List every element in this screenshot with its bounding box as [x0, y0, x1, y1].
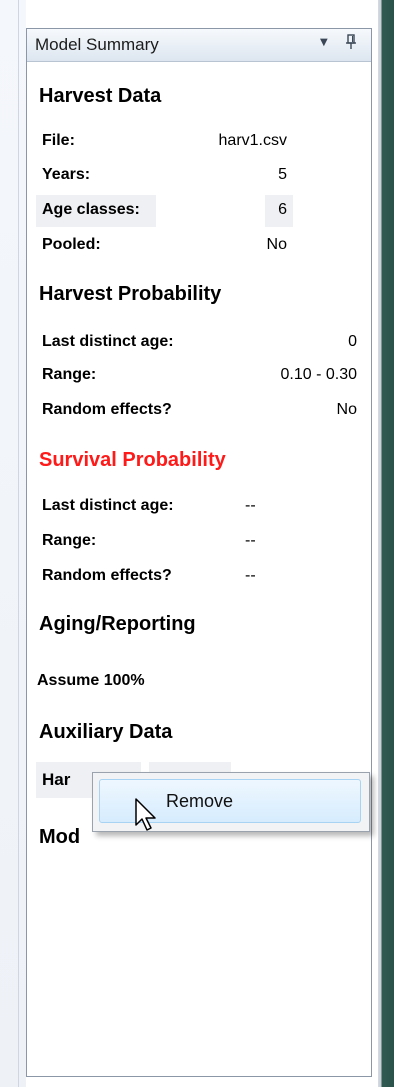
harvest-last-distinct-age-value: 0 [348, 333, 357, 350]
aging-reporting-text: Assume 100% [37, 672, 145, 689]
survival-probability-title: Survival Probability [39, 449, 226, 471]
harvest-data-title: Harvest Data [39, 85, 162, 107]
survival-random-effects-value: -- [245, 567, 256, 584]
file-label: File: [42, 132, 75, 149]
auxiliary-data-item[interactable]: Har [42, 770, 70, 790]
harvest-random-effects-value: No [336, 401, 357, 418]
survival-last-distinct-age-value: -- [245, 497, 256, 514]
harvest-random-effects-label: Random effects? [42, 401, 172, 418]
file-value: harv1.csv [218, 132, 287, 149]
pooled-label: Pooled: [42, 236, 101, 253]
left-gutter [0, 0, 26, 1087]
harvest-last-distinct-age-label: Last distinct age: [42, 333, 174, 350]
pin-icon[interactable] [345, 34, 357, 54]
years-value: 5 [278, 166, 287, 183]
auxiliary-data-title: Auxiliary Data [39, 721, 173, 743]
pooled-value: No [266, 236, 287, 253]
panel-header: Model Summary ▼ [27, 29, 371, 62]
aging-reporting-title: Aging/Reporting [39, 613, 196, 635]
survival-range-value: -- [245, 532, 256, 549]
right-edge-strip [378, 0, 394, 1087]
harvest-probability-title: Harvest Probability [39, 283, 222, 305]
mouse-cursor-icon [135, 798, 156, 831]
remove-menu-item-label: Remove [166, 791, 234, 811]
survival-last-distinct-age-label: Last distinct age: [42, 497, 174, 514]
harvest-range-value: 0.10 - 0.30 [280, 366, 358, 383]
model-title: Mod [39, 826, 81, 848]
years-label: Years: [42, 166, 91, 183]
survival-range-label: Range: [42, 532, 97, 549]
age-classes-value: 6 [278, 201, 287, 218]
model-summary-panel: Model Summary ▼ Harvest Data File: harv1… [26, 28, 372, 1077]
panel-title: Model Summary [35, 35, 159, 54]
chevron-down-icon[interactable]: ▼ [320, 37, 328, 48]
age-classes-label: Age classes: [42, 201, 140, 218]
harvest-range-label: Range: [42, 366, 97, 383]
survival-random-effects-label: Random effects? [42, 567, 172, 584]
